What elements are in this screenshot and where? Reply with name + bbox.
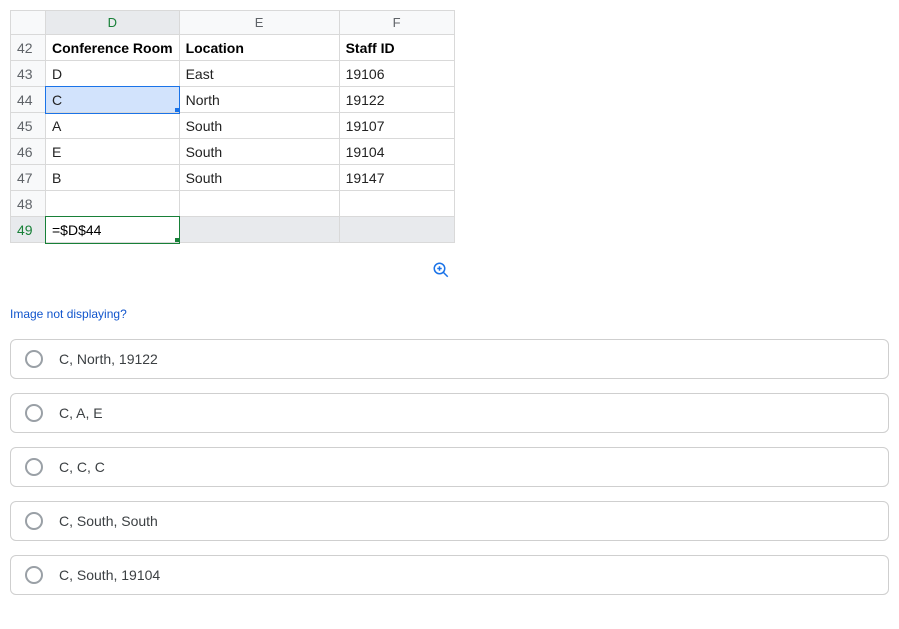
answer-option-3[interactable]: C, South, South [10, 501, 889, 541]
corner-cell [11, 11, 46, 35]
row-43: 43 D East 19106 [11, 61, 455, 87]
row-number[interactable]: 42 [11, 35, 46, 61]
answer-option-4[interactable]: C, South, 19104 [10, 555, 889, 595]
cell-f44[interactable]: 19122 [339, 87, 454, 113]
row-number[interactable]: 45 [11, 113, 46, 139]
row-number[interactable]: 43 [11, 61, 46, 87]
cell-d45[interactable]: A [46, 113, 180, 139]
cell-f43[interactable]: 19106 [339, 61, 454, 87]
row-number[interactable]: 44 [11, 87, 46, 113]
col-header-f[interactable]: F [339, 11, 454, 35]
cell-e47[interactable]: South [179, 165, 339, 191]
cell-d48[interactable] [46, 191, 180, 217]
row-46: 46 E South 19104 [11, 139, 455, 165]
radio-icon [25, 404, 43, 422]
cell-f48[interactable] [339, 191, 454, 217]
cell-e45[interactable]: South [179, 113, 339, 139]
column-header-row: D E F [11, 11, 455, 35]
cell-e42[interactable]: Location [179, 35, 339, 61]
row-number[interactable]: 47 [11, 165, 46, 191]
answer-option-2[interactable]: C, C, C [10, 447, 889, 487]
cell-d43[interactable]: D [46, 61, 180, 87]
cell-e46[interactable]: South [179, 139, 339, 165]
row-45: 45 A South 19107 [11, 113, 455, 139]
row-47: 47 B South 19147 [11, 165, 455, 191]
cell-d49[interactable]: =$D$44 [46, 217, 180, 243]
image-not-displaying-link[interactable]: Image not displaying? [10, 307, 889, 321]
cell-e44[interactable]: North [179, 87, 339, 113]
cell-e48[interactable] [179, 191, 339, 217]
row-number[interactable]: 48 [11, 191, 46, 217]
radio-icon [25, 512, 43, 530]
row-number[interactable]: 46 [11, 139, 46, 165]
cell-d47[interactable]: B [46, 165, 180, 191]
cell-d46[interactable]: E [46, 139, 180, 165]
row-49: 49 =$D$44 [11, 217, 455, 243]
zoom-in-icon[interactable] [432, 261, 450, 279]
cell-f47[interactable]: 19147 [339, 165, 454, 191]
cell-e43[interactable]: East [179, 61, 339, 87]
cell-f46[interactable]: 19104 [339, 139, 454, 165]
answer-option-1[interactable]: C, A, E [10, 393, 889, 433]
cell-f42[interactable]: Staff ID [339, 35, 454, 61]
cell-d42[interactable]: Conference Room [46, 35, 180, 61]
radio-icon [25, 458, 43, 476]
cell-f45[interactable]: 19107 [339, 113, 454, 139]
col-header-d[interactable]: D [46, 11, 180, 35]
radio-icon [25, 350, 43, 368]
cell-d44[interactable]: C [46, 87, 180, 113]
option-label: C, C, C [59, 459, 105, 475]
row-44: 44 C North 19122 [11, 87, 455, 113]
radio-icon [25, 566, 43, 584]
option-label: C, South, 19104 [59, 567, 160, 583]
row-42: 42 Conference Room Location Staff ID [11, 35, 455, 61]
option-label: C, North, 19122 [59, 351, 158, 367]
option-label: C, South, South [59, 513, 158, 529]
col-header-e[interactable]: E [179, 11, 339, 35]
option-label: C, A, E [59, 405, 103, 421]
answer-option-0[interactable]: C, North, 19122 [10, 339, 889, 379]
cell-f49[interactable] [339, 217, 454, 243]
row-48: 48 [11, 191, 455, 217]
row-number[interactable]: 49 [11, 217, 46, 243]
cell-e49[interactable] [179, 217, 339, 243]
spreadsheet[interactable]: D E F 42 Conference Room Location Staff … [10, 10, 455, 243]
